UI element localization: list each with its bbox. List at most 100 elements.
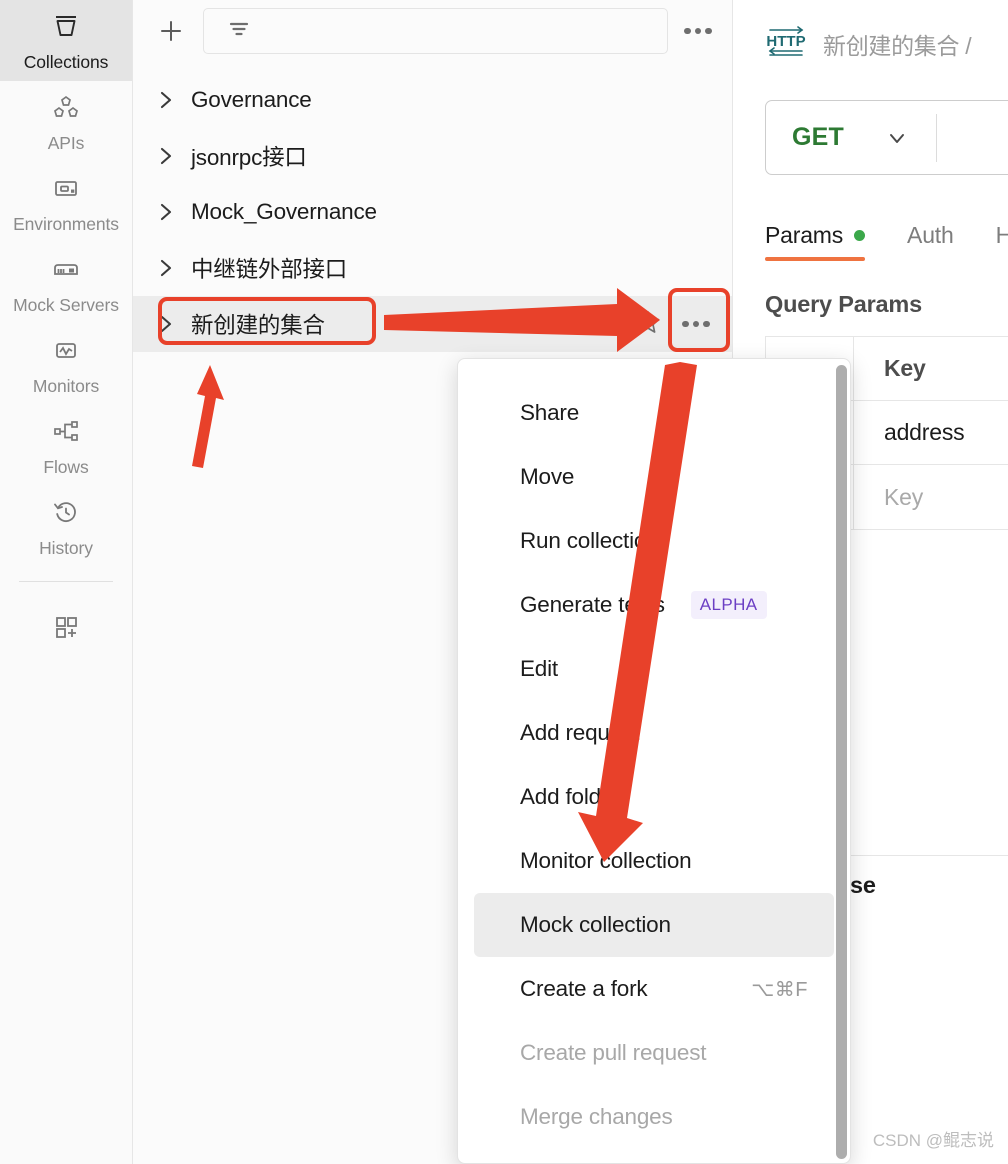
menu-item-create-a-fork[interactable]: Create a fork ⌥⌘F [474, 957, 834, 1021]
menu-label: Share [520, 400, 580, 425]
menu-item-generate-tests[interactable]: Generate tests ALPHA [474, 573, 834, 637]
param-key-input[interactable]: address [854, 401, 1008, 464]
collections-panel: Governance jsonrpc接口 Mock_Governance 中继链… [133, 0, 851, 1164]
alpha-badge: ALPHA [690, 591, 767, 619]
menu-label: Edit [520, 656, 558, 681]
sidebar-item-apis[interactable]: APIs [0, 81, 132, 162]
tab-label: Auth [907, 222, 954, 248]
breadcrumb[interactable]: 新创建的集合 / [823, 27, 972, 61]
collection-row-new-collection[interactable]: 新创建的集合 [133, 296, 732, 352]
menu-item-edit[interactable]: Edit [474, 637, 834, 701]
collection-name: Mock_Governance [191, 199, 377, 224]
mock-servers-icon [49, 252, 83, 286]
context-menu-scrollbar[interactable] [836, 365, 847, 1159]
menu-item-mock-collection[interactable]: Mock collection [474, 893, 834, 957]
menu-label: Merge changes [520, 1104, 673, 1129]
sidebar-label-mock-servers: Mock Servers [13, 294, 119, 315]
sidebar-item-environments[interactable]: Environments [0, 162, 132, 243]
sidebar-label-history: History [39, 537, 93, 558]
menu-label: Monitor collection [520, 848, 692, 873]
sidebar-item-flows[interactable]: Flows [0, 405, 132, 486]
tab-auth[interactable]: Auth [907, 222, 954, 261]
sidebar-item-monitors[interactable]: Monitors [0, 324, 132, 405]
more-horizontal-icon [684, 27, 712, 35]
sidebar-label-environments: Environments [13, 213, 119, 234]
menu-item-move[interactable]: Move [474, 445, 834, 509]
flows-icon [49, 414, 83, 448]
menu-label: Run collection [520, 528, 659, 553]
collection-name: jsonrpc接口 [191, 145, 307, 170]
search-input[interactable] [203, 8, 668, 54]
menu-item-merge-changes: Merge changes [474, 1085, 834, 1149]
tab-params[interactable]: Params [765, 222, 866, 261]
collection-row-governance[interactable]: Governance [133, 72, 732, 128]
header-cell-key: Key [884, 355, 926, 381]
sidebar-label-apis: APIs [47, 132, 85, 153]
menu-label: Create a fork [520, 976, 648, 1001]
history-icon [49, 495, 83, 529]
menu-label: Add request [520, 720, 640, 745]
collections-icon [49, 9, 83, 43]
param-key-input-empty[interactable]: Key [854, 465, 1008, 529]
sidebar-item-collections[interactable]: Collections [0, 0, 132, 81]
collection-name: Governance [191, 87, 312, 112]
query-params-title: Query Params [765, 291, 922, 317]
menu-item-create-pull-request: Create pull request [474, 1021, 834, 1085]
menu-label: Add folder [520, 784, 621, 809]
chevron-right-icon[interactable] [155, 89, 177, 111]
menu-label: Generate tests [520, 592, 665, 617]
left-sidebar: Collections APIs Environments Mock Serve… [0, 0, 133, 1164]
tab-label: H [995, 222, 1008, 248]
menu-item-add-folder[interactable]: Add folder [474, 765, 834, 829]
chevron-down-icon[interactable] [884, 125, 910, 151]
collection-name: 中继链外部接口 [191, 257, 348, 282]
menu-item-add-request[interactable]: Add request [474, 701, 834, 765]
menu-label: Create pull request [520, 1040, 707, 1065]
environments-icon [49, 171, 83, 205]
menu-shortcut: ⌥⌘F [751, 978, 808, 1001]
method-selector[interactable]: GET [766, 123, 844, 152]
sidebar-divider [19, 581, 113, 582]
sidebar-item-history[interactable]: History [0, 486, 132, 567]
apis-icon [49, 90, 83, 124]
chevron-right-icon[interactable] [155, 313, 177, 335]
watermark: CSDN @鲲志说 [872, 1131, 994, 1150]
request-tabs: Params Auth H [733, 209, 1008, 261]
more-horizontal-icon [682, 320, 710, 328]
filter-icon [226, 16, 252, 47]
svg-text:HTTP: HTTP [766, 33, 805, 50]
sidebar-label-collections: Collections [23, 51, 109, 72]
chevron-right-icon[interactable] [155, 257, 177, 279]
request-header: HTTP 新创建的集合 / [733, 0, 1008, 88]
chevron-right-icon[interactable] [155, 201, 177, 223]
collection-name: 新创建的集合 [191, 313, 325, 338]
collection-list: Governance jsonrpc接口 Mock_Governance 中继链… [133, 62, 732, 352]
chevron-right-icon[interactable] [155, 145, 177, 167]
star-icon[interactable] [634, 308, 662, 341]
collection-row-relay-chain[interactable]: 中继链外部接口 [133, 240, 732, 296]
menu-item-monitor-collection[interactable]: Monitor collection [474, 829, 834, 893]
collection-row-mock-governance[interactable]: Mock_Governance [133, 184, 732, 240]
menu-label: Move [520, 464, 575, 489]
menu-item-run-collection[interactable]: Run collection [474, 509, 834, 573]
sidebar-item-mock-servers[interactable]: Mock Servers [0, 243, 132, 324]
menu-item-share[interactable]: Share [474, 381, 834, 445]
collection-more-button[interactable] [676, 304, 716, 344]
new-collection-button[interactable] [149, 9, 193, 53]
sidebar-label-monitors: Monitors [32, 375, 100, 396]
monitors-icon [49, 333, 83, 367]
menu-label: Mock collection [520, 912, 671, 937]
collection-row-jsonrpc[interactable]: jsonrpc接口 [133, 128, 732, 184]
collections-more-button[interactable] [678, 11, 718, 51]
collections-toolbar [133, 0, 732, 62]
add-module-icon [49, 609, 83, 643]
tab-label: Params [765, 222, 844, 248]
url-bar: GET [765, 100, 1008, 175]
url-divider [936, 113, 937, 162]
tab-headers[interactable]: H [996, 222, 1008, 261]
http-protocol-icon: HTTP [765, 24, 807, 64]
collection-context-menu: Share Move Run collection Generate tests… [457, 358, 851, 1164]
postman-window: Collections APIs Environments Mock Serve… [0, 0, 1008, 1164]
sidebar-item-add-module[interactable] [0, 596, 132, 656]
params-indicator-dot [854, 230, 866, 241]
